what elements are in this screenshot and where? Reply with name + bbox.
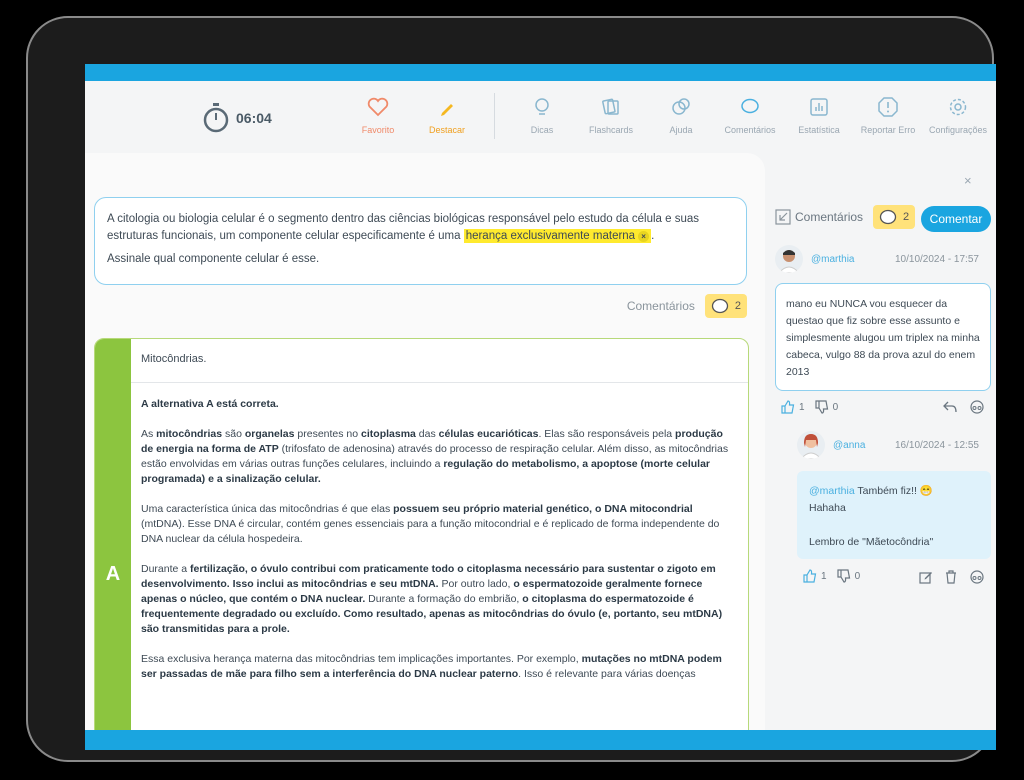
comment-author: @marthia xyxy=(775,245,855,273)
explanation-paragraph: As mitocôndrias são organelas presentes … xyxy=(141,428,729,485)
stopwatch-icon xyxy=(203,103,229,133)
comments-button[interactable]: Comentários xyxy=(718,97,782,138)
reply-date: 16/10/2024 - 12:55 xyxy=(895,440,979,451)
question-card: A citologia ou biologia celular é o segm… xyxy=(94,197,747,285)
explanation-paragraph: Durante a fertilização, o óvulo contribu… xyxy=(141,563,723,635)
reply-actions: 1 0 xyxy=(803,569,860,583)
report-button[interactable]: Reportar Erro xyxy=(856,97,920,138)
alert-octagon-icon xyxy=(878,97,898,117)
remove-highlight-button[interactable]: × xyxy=(638,231,650,242)
reply-text: @marthia Também fiz!! 😁 Hahaha Lembro de… xyxy=(797,471,991,559)
sidebar-comments-label: Comentários xyxy=(795,210,864,224)
collapse-icon[interactable] xyxy=(775,209,791,225)
thumbs-down-icon[interactable] xyxy=(814,400,829,414)
favorite-label: Favorito xyxy=(361,125,395,135)
flashcards-icon xyxy=(602,98,619,115)
favorite-button[interactable]: Favorito xyxy=(346,97,410,138)
comment-date: 10/10/2024 - 17:57 xyxy=(895,254,979,265)
heart-icon xyxy=(367,97,389,117)
question-text: A citologia ou biologia celular é o segm… xyxy=(107,213,699,243)
bar-chart-icon xyxy=(810,98,828,116)
pencil-icon xyxy=(441,104,453,116)
tips-button[interactable]: Dicas xyxy=(510,97,574,138)
tablet-frame: 06:04 Favorito Destacar Dicas Flashcards xyxy=(26,16,996,762)
trash-icon[interactable] xyxy=(945,570,957,584)
edit-icon[interactable] xyxy=(919,570,933,584)
stats-button[interactable]: Estatística xyxy=(787,97,851,138)
question-comments-label: Comentários xyxy=(626,299,695,313)
sidebar-header: Comentários 2 xyxy=(775,205,916,229)
answer-letter-bar[interactable] xyxy=(95,339,131,730)
answer-card: A Mitocôndrias. A alternativa A está cor… xyxy=(94,338,749,730)
stats-label: Estatística xyxy=(798,125,840,135)
sidebar-comments-badge: 2 xyxy=(873,205,916,229)
highlight-button[interactable]: Destacar xyxy=(415,97,479,138)
timer-value: 06:04 xyxy=(236,110,272,126)
lightbulb-icon xyxy=(535,98,549,115)
comment-username[interactable]: @marthia xyxy=(811,254,855,265)
thumbs-up-icon[interactable] xyxy=(781,400,795,414)
tips-label: Dicas xyxy=(530,125,554,135)
avatar xyxy=(797,431,825,459)
top-accent-bar xyxy=(85,64,996,81)
comments-count: 2 xyxy=(734,300,741,312)
timer: 06:04 xyxy=(202,103,272,133)
settings-label: Configurações xyxy=(928,125,988,135)
question-prompt: Assinale qual componente celular é esse. xyxy=(107,253,320,265)
thumbs-up-icon[interactable] xyxy=(803,569,817,583)
like-count: 1 xyxy=(799,401,805,413)
sidebar-comments-count: 2 xyxy=(903,211,910,223)
help-label: Ajuda xyxy=(669,125,693,135)
comment-text: mano eu NUNCA vou esquecer da questao qu… xyxy=(775,283,991,391)
flashcards-button[interactable]: Flashcards xyxy=(579,97,643,138)
answer-explanation: A alternativa A está correta. As mitocôn… xyxy=(141,397,736,697)
highlight-label: Destacar xyxy=(428,125,465,135)
question-panel: A citologia ou biologia celular é o segm… xyxy=(85,153,765,730)
reply-author: @anna xyxy=(797,431,865,459)
answer-letter: A xyxy=(105,563,121,585)
reply-mention[interactable]: @marthia xyxy=(809,485,855,497)
comment-actions: 1 0 xyxy=(781,400,838,414)
comments-count-badge: 2 xyxy=(704,294,747,318)
bottom-accent-bar xyxy=(85,730,996,750)
help-button[interactable]: Ajuda xyxy=(649,97,713,138)
settings-button[interactable]: Configurações xyxy=(926,97,990,138)
help-icon xyxy=(672,98,690,115)
dislike-count: 0 xyxy=(854,570,861,582)
app-screen: 06:04 Favorito Destacar Dicas Flashcards xyxy=(85,64,996,750)
explanation-paragraph: Uma característica única das mitocôndria… xyxy=(141,503,720,545)
toolbar-divider xyxy=(494,93,495,139)
explanation-paragraph: Essa exclusiva herança materna das mitoc… xyxy=(141,653,722,680)
comments-sidebar: × Comentários 2 Comentar @marthia 10/10/… xyxy=(765,153,996,730)
like-count: 1 xyxy=(821,570,827,582)
gear-icon xyxy=(949,98,967,116)
reply-icon[interactable] xyxy=(943,401,957,413)
chat-bubble-icon xyxy=(741,98,759,114)
highlighted-text[interactable]: herança exclusivamente materna × xyxy=(463,229,652,243)
reply-username[interactable]: @anna xyxy=(833,440,865,451)
anonymous-icon[interactable] xyxy=(970,400,984,414)
report-label: Reportar Erro xyxy=(860,125,916,135)
flashcards-label: Flashcards xyxy=(588,125,633,135)
chat-bubble-icon xyxy=(879,209,897,225)
anonymous-icon[interactable] xyxy=(970,570,984,584)
thumbs-down-icon[interactable] xyxy=(836,569,851,583)
close-icon[interactable]: × xyxy=(964,173,972,188)
correct-statement: A alternativa A está correta. xyxy=(141,398,279,410)
dislike-count: 0 xyxy=(832,401,839,413)
comment-button[interactable]: Comentar xyxy=(921,206,991,232)
toolbar: 06:04 Favorito Destacar Dicas Flashcards xyxy=(85,81,996,153)
comments-label: Comentários xyxy=(724,125,776,135)
avatar xyxy=(775,245,803,273)
question-comments-toggle[interactable]: Comentários 2 xyxy=(627,294,747,318)
chat-bubble-icon xyxy=(711,298,729,314)
answer-option-text: Mitocôndrias. xyxy=(131,339,748,383)
